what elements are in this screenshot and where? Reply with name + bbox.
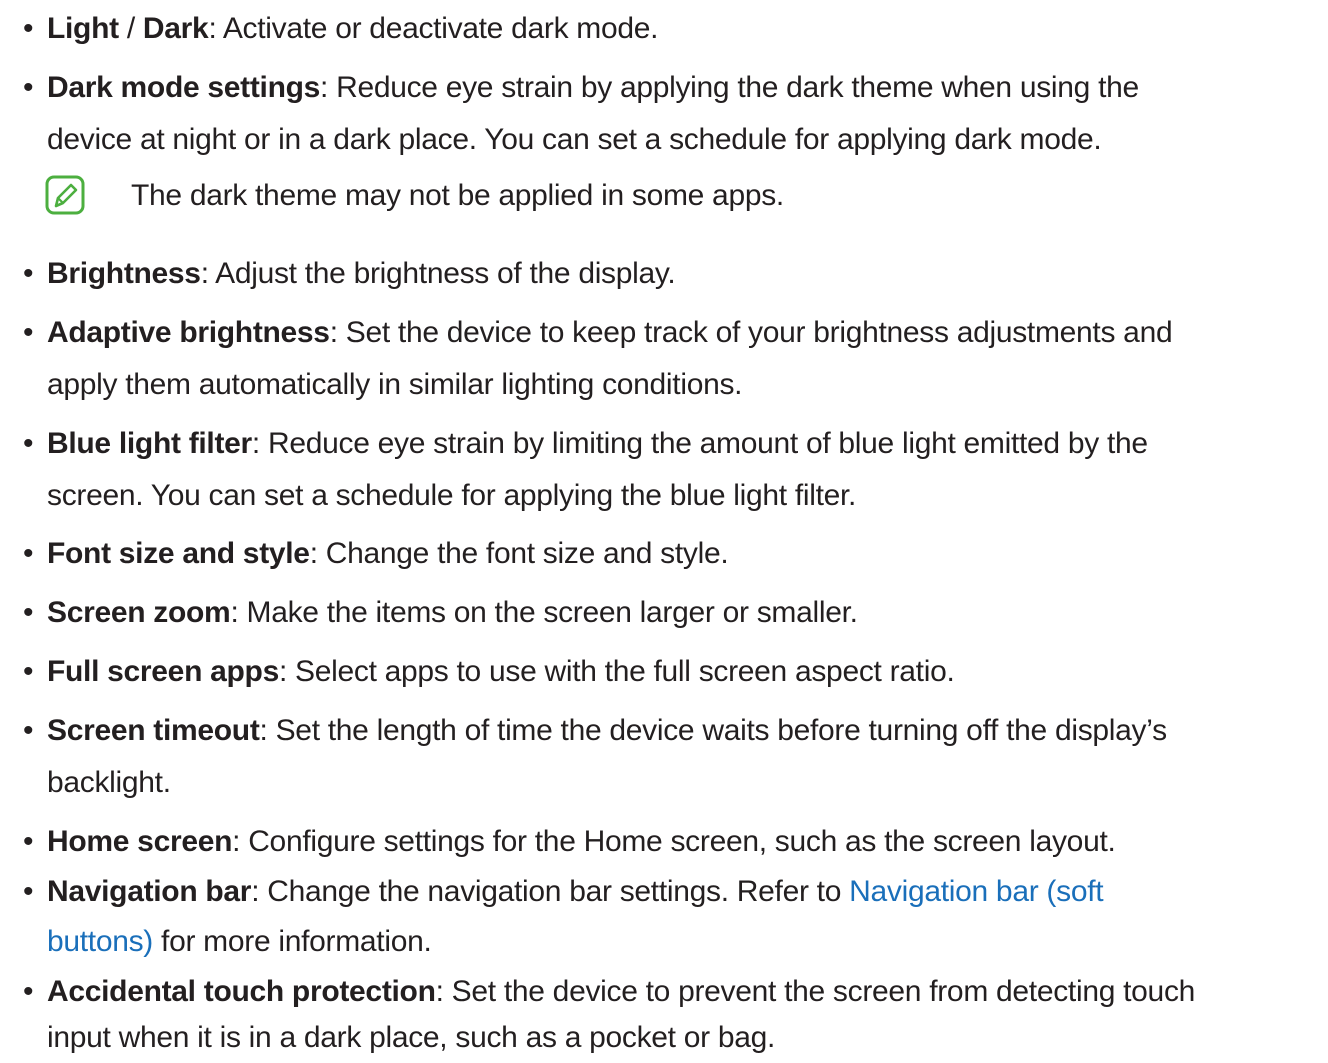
item-text-line-2: input when it is in a dark place, such a… <box>47 1021 776 1054</box>
item-description: : Change the font size and style. <box>309 537 729 570</box>
item-text-line-1: Dark mode settings: Reduce eye strain by… <box>47 64 1298 112</box>
item-text-line-2: buttons) for more information. <box>47 918 1298 966</box>
term: Accidental touch protection <box>47 975 436 1008</box>
item-text-line-1: Navigation bar: Change the navigation ba… <box>47 868 1298 916</box>
term-separator: / <box>118 12 143 45</box>
item-text: Brightness: Adjust the brightness of the… <box>47 250 1298 298</box>
item-text-line-1: Accidental touch protection: Set the dev… <box>47 968 1298 1016</box>
term: Adaptive brightness <box>47 316 330 349</box>
note-pencil-icon <box>45 175 85 215</box>
term: Navigation bar <box>47 875 252 908</box>
term: Full screen apps <box>47 655 279 688</box>
bullet: • <box>23 12 34 45</box>
item-text: Full screen apps: Select apps to use wit… <box>47 648 1298 696</box>
item-text-line-1: Screen timeout: Set the length of time t… <box>47 707 1298 755</box>
item-text-line-1: Blue light filter: Reduce eye strain by … <box>47 420 1298 468</box>
term: Blue light filter <box>47 427 252 460</box>
term-dark: Dark <box>142 12 209 45</box>
navigation-bar-link[interactable]: Navigation bar (soft <box>849 875 1103 908</box>
term: Screen zoom <box>47 596 231 629</box>
bullet: • <box>23 975 34 1008</box>
term: Font size and style <box>47 537 310 570</box>
term: Brightness <box>47 257 201 290</box>
item-text-line-2: backlight. <box>47 766 171 799</box>
item-description: : Reduce eye strain by limiting the amou… <box>251 427 1148 460</box>
item-description: : Make the items on the screen larger or… <box>230 596 858 629</box>
bullet: • <box>23 71 34 104</box>
navigation-bar-link-continued[interactable]: buttons) <box>47 925 153 958</box>
item-description: : Select apps to use with the full scree… <box>278 655 955 688</box>
bullet: • <box>23 537 34 570</box>
bullet: • <box>23 316 34 349</box>
item-text-line-2: device at night or in a dark place. You … <box>47 123 1102 156</box>
bullet: • <box>23 655 34 688</box>
item-description: : Adjust the brightness of the display. <box>200 257 676 290</box>
item-description: : Configure settings for the Home screen… <box>232 825 1116 858</box>
item-text-line-2: screen. You can set a schedule for apply… <box>47 479 857 512</box>
term: Home screen <box>47 825 233 858</box>
bullet: • <box>23 427 34 460</box>
term-light: Light <box>47 12 119 45</box>
bullet: • <box>23 825 34 858</box>
item-text: Home screen: Configure settings for the … <box>47 818 1298 866</box>
item-description: : Set the device to keep track of your b… <box>329 316 1173 349</box>
note-callout: The dark theme may not be applied in som… <box>45 175 784 221</box>
item-text: Screen zoom: Make the items on the scree… <box>47 589 1298 637</box>
term: Dark mode settings <box>47 71 321 104</box>
term: Screen timeout <box>47 714 260 747</box>
bullet: • <box>23 257 34 290</box>
item-text-line-1: Adaptive brightness: Set the device to k… <box>47 309 1298 357</box>
item-description: : Reduce eye strain by applying the dark… <box>320 71 1139 104</box>
item-description: : Activate or deactivate dark mode. <box>208 12 659 45</box>
bullet: • <box>23 714 34 747</box>
item-text-line-2: apply them automatically in similar ligh… <box>47 368 743 401</box>
item-text: Light / Dark: Activate or deactivate dar… <box>47 5 1298 53</box>
item-description-continued: for more information. <box>153 925 432 958</box>
item-description: : Change the navigation bar settings. Re… <box>251 875 850 908</box>
note-text: The dark theme may not be applied in som… <box>131 179 784 212</box>
bullet: • <box>23 596 34 629</box>
item-text: Font size and style: Change the font siz… <box>47 530 1298 578</box>
bullet: • <box>23 875 34 908</box>
item-description: : Set the device to prevent the screen f… <box>435 975 1196 1008</box>
item-description: : Set the length of time the device wait… <box>259 714 1168 747</box>
document-page: • Light / Dark: Activate or deactivate d… <box>0 0 1328 1063</box>
